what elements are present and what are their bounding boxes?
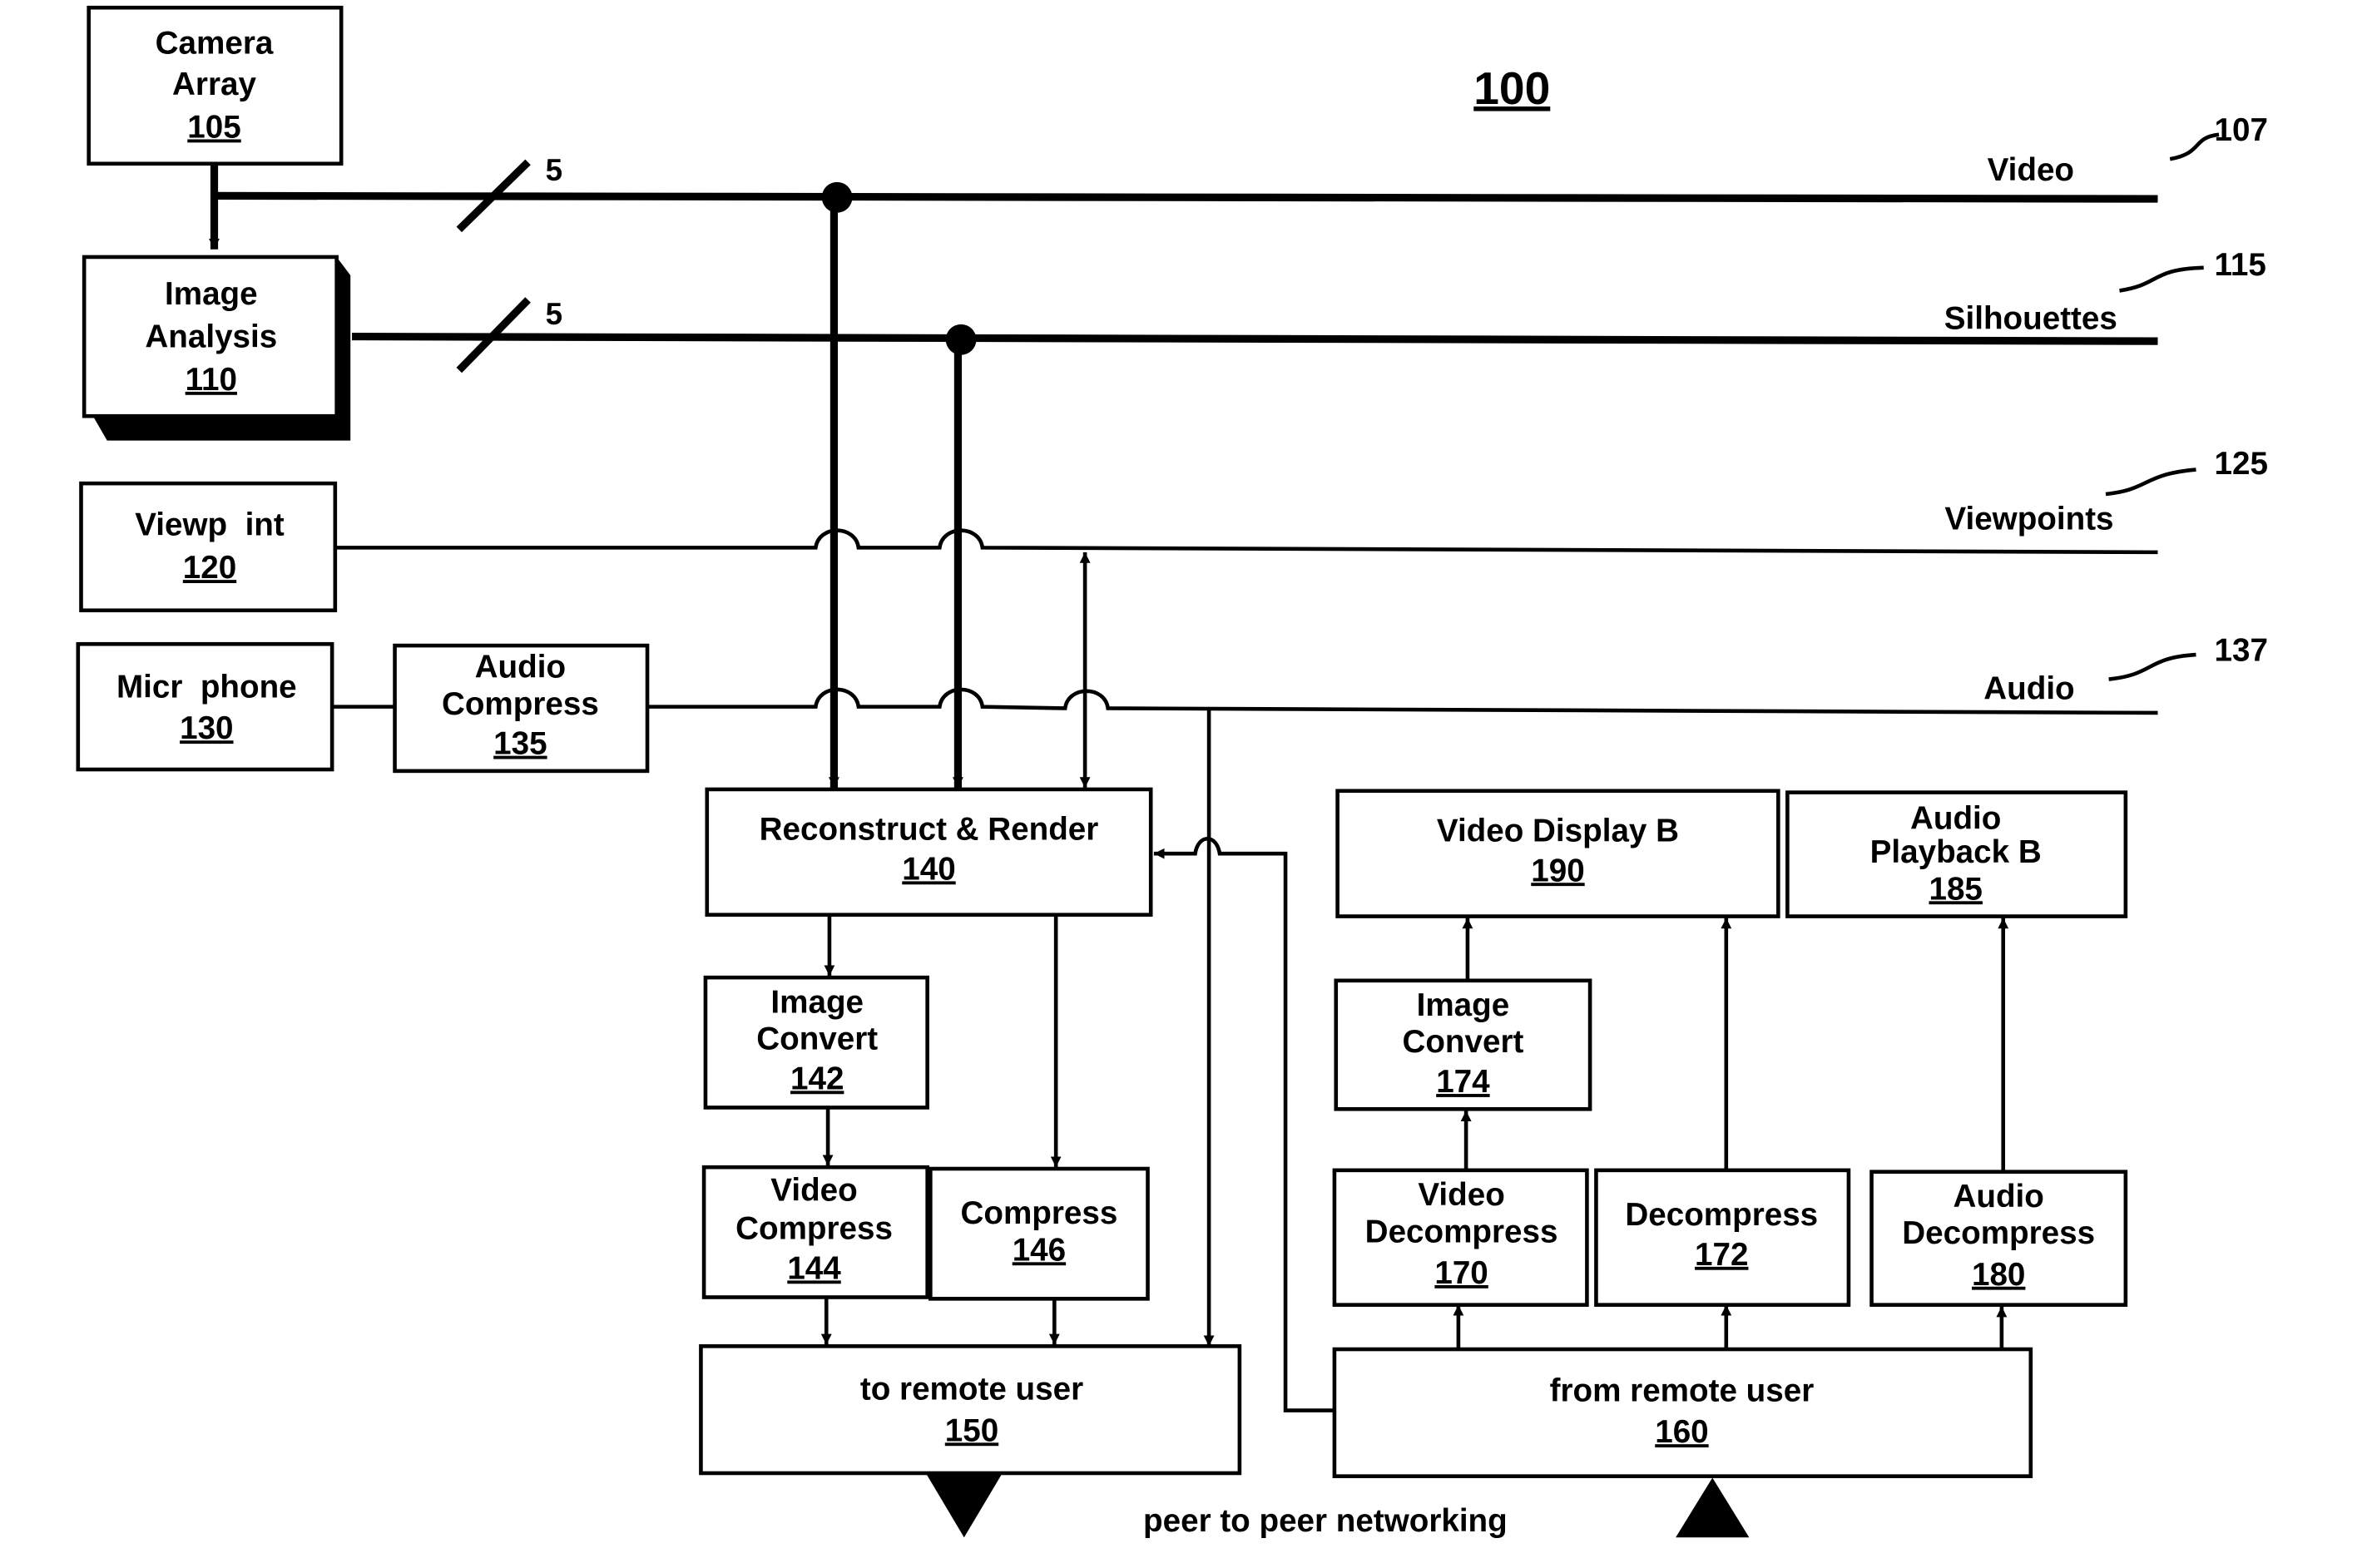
block-label: Viewp int: [135, 507, 285, 543]
network-in-triangle-icon: [1676, 1477, 1750, 1538]
block-label: Playback B: [1870, 834, 2042, 870]
block-video-compress: Video Compress 144: [701, 1165, 929, 1299]
block-audio-playback: Audio Playback B 185: [1785, 790, 2128, 918]
block-label: Compress: [960, 1195, 1117, 1231]
block-label: Image: [165, 276, 258, 312]
bus-label-audio: Audio: [1983, 670, 2074, 706]
block-number: 135: [493, 726, 547, 762]
network-out-triangle-icon: [925, 1472, 1003, 1538]
block-number: 130: [180, 710, 233, 746]
block-label: Audio: [475, 650, 566, 685]
ref-number: 125: [2215, 446, 2268, 482]
block-label: Audio: [1954, 1179, 2044, 1214]
block-label: Reconstruct & Render: [760, 812, 1099, 848]
block-number: 172: [1695, 1237, 1748, 1273]
leader-line: [2169, 132, 2220, 161]
block-number: 174: [1436, 1064, 1490, 1100]
audio-bus: Audio 137: [648, 632, 2268, 715]
block-viewpoint: Viewp int 120: [79, 481, 338, 613]
arrow-remote-to-render: [1153, 837, 1335, 1412]
block-audio-compress: Audio Compress 135: [393, 643, 650, 774]
ref-number: 115: [2215, 247, 2266, 283]
block-compress-146: Compress 146: [928, 1166, 1150, 1301]
leader-line: [2108, 652, 2196, 681]
system-diagram: 100 5 Video 107 5 Silhouettes 115 Viewpo…: [76, 5, 2268, 1539]
block-label: Decompress: [1625, 1197, 1818, 1233]
block-label: from remote user: [1550, 1373, 1815, 1409]
block-number: 160: [1655, 1414, 1708, 1450]
bus-width-label: 5: [546, 297, 562, 331]
block-label: Video: [770, 1173, 857, 1209]
ref-number: 137: [2215, 632, 2268, 668]
block-number: 142: [790, 1061, 844, 1096]
block-number: 105: [187, 110, 240, 146]
leader-line: [2119, 265, 2204, 293]
block-number: 140: [902, 851, 955, 887]
bus-label-viewpoints: Viewpoints: [1944, 501, 2113, 537]
block-image-convert-142: Image Convert 142: [703, 975, 929, 1110]
block-video-decompress: Video Decompress 170: [1332, 1168, 1589, 1307]
block-decompress-172: Decompress 172: [1594, 1168, 1851, 1307]
block-image-convert-174: Image Convert 174: [1334, 978, 1592, 1111]
block-image-analysis: Image Analysis 110: [82, 255, 351, 441]
block-label: Video Display B: [1437, 813, 1679, 848]
block-camera-array: Camera Array 105: [87, 5, 344, 166]
block-audio-decompress: Audio Decompress 180: [1869, 1170, 2128, 1307]
block-to-remote-user: to remote user 150: [699, 1344, 1242, 1476]
block-label: Compress: [735, 1211, 893, 1247]
video-bus: 5 Video 107: [214, 112, 2268, 233]
block-label: Audio: [1910, 801, 2001, 837]
block-label: Micr phone: [116, 670, 297, 705]
leader-line: [2105, 467, 2196, 497]
block-number: 120: [183, 550, 236, 586]
block-label: Array: [172, 67, 256, 102]
block-from-remote-user: from remote user 160: [1332, 1347, 2033, 1478]
bus-width-label: 5: [546, 153, 562, 187]
block-label: Compress: [442, 686, 599, 722]
block-label: Camera: [156, 25, 274, 61]
block-number: 185: [1929, 871, 1982, 907]
block-number: 144: [787, 1250, 841, 1286]
block-reconstruct-render: Reconstruct & Render 140: [705, 787, 1153, 918]
block-number: 110: [186, 362, 237, 398]
block-label: Decompress: [1365, 1214, 1558, 1249]
block-number: 190: [1531, 853, 1584, 888]
network-caption: peer to peer networking: [1143, 1503, 1508, 1539]
block-label: Image: [1417, 987, 1510, 1023]
silhouettes-bus: 5 Silhouettes 115: [352, 247, 2266, 373]
block-number: 146: [1013, 1232, 1066, 1268]
block-number: 180: [1972, 1257, 2025, 1293]
block-label: to remote user: [860, 1372, 1083, 1407]
block-label: Decompress: [1902, 1215, 2095, 1251]
block-number: 170: [1434, 1255, 1488, 1291]
block-video-display: Video Display B 190: [1335, 789, 1780, 918]
block-microphone: Micr phone 130: [76, 641, 334, 772]
bus-label-silhouettes: Silhouettes: [1944, 300, 2117, 336]
block-label: Image: [770, 984, 864, 1020]
bus-label-video: Video: [1988, 152, 2074, 188]
block-label: Convert: [1402, 1024, 1523, 1060]
viewpoints-bus: Viewpoints 125: [336, 446, 2268, 555]
ref-number: 107: [2215, 112, 2268, 148]
block-number: 150: [945, 1412, 998, 1448]
figure-number: 100: [1473, 62, 1550, 114]
block-label: Analysis: [145, 319, 277, 354]
block-label: Convert: [756, 1021, 878, 1057]
block-label: Video: [1418, 1177, 1504, 1213]
